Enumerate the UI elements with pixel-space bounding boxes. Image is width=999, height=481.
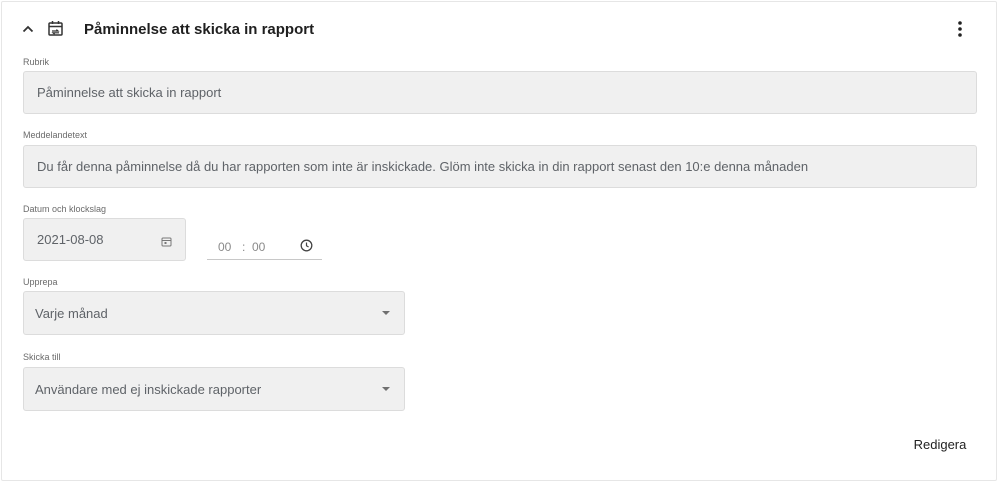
card-title: Påminnelse att skicka in rapport	[84, 21, 315, 38]
chevron-up-icon	[22, 20, 34, 38]
time-minutes[interactable]: 00	[252, 240, 265, 254]
repeat-select[interactable]: Varje månad	[23, 291, 405, 335]
time-hours[interactable]: 00	[218, 240, 231, 254]
clock-icon[interactable]	[300, 239, 313, 255]
subject-value: Påminnelse att skicka in rapport	[37, 85, 222, 100]
send-to-label: Skicka till	[23, 352, 61, 362]
send-to-select[interactable]: Användare med ej inskickade rapporter	[23, 367, 405, 411]
date-value: 2021-08-08	[37, 232, 104, 247]
more-vertical-icon	[958, 20, 962, 42]
edit-button[interactable]: Redigera	[907, 432, 973, 456]
dropdown-arrow-icon	[382, 311, 390, 315]
datetime-label: Datum och klockslag	[23, 204, 107, 214]
message-value: Du får denna påminnelse då du har rappor…	[37, 159, 809, 174]
message-field[interactable]: Du får denna påminnelse då du har rappor…	[23, 145, 977, 188]
time-field[interactable]: 00 : 00	[207, 232, 322, 260]
date-field[interactable]: 2021-08-08	[23, 218, 186, 261]
dropdown-arrow-icon	[382, 387, 390, 391]
time-separator: :	[242, 240, 246, 254]
calendar-repeat-icon	[46, 19, 66, 39]
more-options-button[interactable]	[950, 20, 970, 42]
send-to-value: Användare med ej inskickade rapporter	[35, 381, 262, 397]
subject-field[interactable]: Påminnelse att skicka in rapport	[23, 71, 977, 114]
calendar-icon[interactable]	[161, 235, 172, 250]
repeat-value: Varje månad	[35, 305, 108, 321]
message-label: Meddelandetext	[23, 130, 88, 140]
subject-label: Rubrik	[23, 57, 50, 67]
reminder-card: Påminnelse att skicka in rapport Rubrik …	[1, 1, 997, 481]
collapse-button[interactable]	[19, 20, 37, 38]
repeat-label: Upprepa	[23, 277, 58, 287]
